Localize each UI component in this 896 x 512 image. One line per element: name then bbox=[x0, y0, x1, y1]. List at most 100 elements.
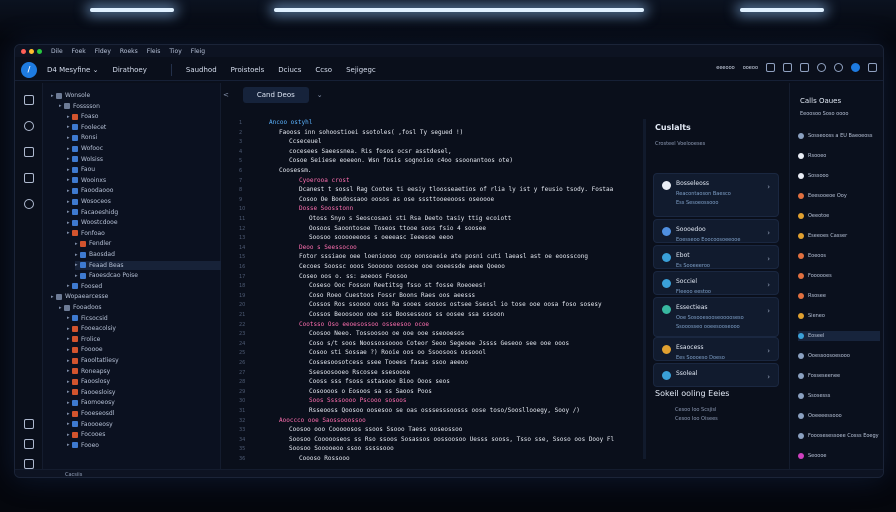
activity-row[interactable]: Fooosesessoee Cosss Eoegy bbox=[798, 431, 879, 441]
chevron-down-icon[interactable]: ⌄ bbox=[317, 91, 323, 99]
chevron-right-icon[interactable]: › bbox=[767, 281, 770, 289]
tree-item[interactable]: ▸ Fooeo bbox=[67, 441, 221, 450]
activity-row[interactable]: Seoooe bbox=[798, 451, 827, 461]
tree-item[interactable]: ▸ Foosed bbox=[67, 282, 221, 291]
chevron-right-icon[interactable]: › bbox=[767, 183, 770, 191]
section-item[interactable]: Cesoo Ioo Scsjisl bbox=[675, 407, 716, 413]
tree-item[interactable]: ▸ Faooslosy bbox=[67, 377, 221, 386]
maximize-window-dot[interactable] bbox=[37, 48, 42, 54]
activity-row[interactable]: Rsosee bbox=[798, 291, 826, 301]
tree-item[interactable]: ▸ Wopaearcesse bbox=[51, 292, 221, 301]
workspace-selector[interactable]: D4 Mesyfine ⌄ bbox=[47, 66, 98, 74]
chevron-right-icon[interactable]: › bbox=[767, 347, 770, 355]
menu-item[interactable]: Fleig bbox=[191, 48, 205, 55]
result-card[interactable]: Socciel Fleeoo eestoo › bbox=[653, 271, 779, 295]
tree-item[interactable]: ▸ Wooinxs bbox=[67, 176, 221, 185]
chevron-right-icon[interactable]: › bbox=[767, 373, 770, 381]
tree-item[interactable]: ▸ Focooes bbox=[67, 430, 221, 439]
accounts-icon[interactable] bbox=[24, 439, 34, 449]
tree-item[interactable]: ▸ Wonsole bbox=[51, 91, 221, 100]
toolbar-item[interactable]: Dciucs bbox=[278, 66, 301, 74]
tree-item[interactable]: ▸ Wosoceos bbox=[67, 197, 221, 206]
chevron-right-icon[interactable]: › bbox=[767, 229, 770, 237]
refresh-icon[interactable] bbox=[834, 63, 843, 72]
code-editor[interactable]: Ancoo ostyhl Faooss inn sohoostioei ssoto… bbox=[263, 113, 643, 469]
menu-item[interactable]: Tioy bbox=[169, 48, 181, 55]
result-card[interactable]: Soooedoo Eoesseoo Eoocoosoeeooe › bbox=[653, 219, 779, 243]
close-window-dot[interactable] bbox=[21, 48, 26, 54]
toolbar-item[interactable]: Saudhod bbox=[186, 66, 217, 74]
activity-row[interactable]: Ooeeeessooo bbox=[798, 411, 842, 421]
tree-item[interactable]: ▸ Faoooeosy bbox=[67, 420, 221, 429]
chevron-right-icon[interactable]: › bbox=[767, 307, 770, 315]
tree-item[interactable]: ▸ Roneapsy bbox=[67, 367, 221, 376]
back-icon[interactable]: < bbox=[223, 91, 229, 99]
tree-item[interactable]: ▸ Foaso bbox=[67, 112, 221, 121]
menu-item[interactable]: Dile bbox=[51, 48, 63, 55]
tree-item[interactable]: ▸ Faomoeosy bbox=[67, 398, 221, 407]
record-icon[interactable] bbox=[817, 63, 826, 72]
result-card[interactable]: Ssoleal › bbox=[653, 363, 779, 387]
activity-row[interactable]: Foooooes bbox=[798, 271, 832, 281]
debug-icon[interactable] bbox=[24, 173, 34, 183]
tree-item[interactable]: ▸ Faooltatliesy bbox=[67, 356, 221, 365]
tab-active-file[interactable]: Cand Deos bbox=[242, 87, 309, 103]
result-card[interactable]: Esaocess Ees Soooeso Doeso › bbox=[653, 337, 779, 361]
branch-selector[interactable]: Dirathoey bbox=[112, 66, 146, 74]
notification-icon[interactable] bbox=[851, 63, 860, 72]
activity-row[interactable]: Eoseel bbox=[798, 331, 880, 341]
menu-item[interactable]: Fleis bbox=[147, 48, 161, 55]
tree-item[interactable]: ▸ Facaoeshidg bbox=[67, 208, 221, 217]
menu-item[interactable]: Roeks bbox=[120, 48, 138, 55]
tree-item[interactable]: ▸ Feaad Beas bbox=[75, 260, 221, 270]
tree-item[interactable]: ▸ Fooadoos bbox=[59, 303, 221, 312]
toolbar-item[interactable]: Sejigegc bbox=[346, 66, 376, 74]
tree-item[interactable]: ▸ Faooesloisy bbox=[67, 388, 221, 397]
activity-row[interactable]: Eoeoos bbox=[798, 251, 826, 261]
result-card[interactable]: Ebot Es Sooeeeroo › bbox=[653, 245, 779, 269]
tree-item[interactable]: ▸ Faou bbox=[67, 165, 221, 174]
source-control-icon[interactable] bbox=[24, 147, 34, 157]
account-icon[interactable] bbox=[24, 419, 34, 429]
files-icon[interactable] bbox=[24, 95, 34, 105]
activity-row[interactable]: Sossooo bbox=[798, 171, 829, 181]
extensions-icon[interactable] bbox=[24, 199, 34, 209]
tree-item[interactable]: ▸ Woostcdooe bbox=[67, 218, 221, 227]
activity-row[interactable]: Ssosesss bbox=[798, 391, 830, 401]
tree-item[interactable]: ▸ Foolecet bbox=[67, 123, 221, 132]
tree-item[interactable]: ▸ Wofooc bbox=[67, 144, 221, 153]
tree-item[interactable]: ▸ Faoesdcao Poise bbox=[75, 271, 221, 280]
tree-item[interactable]: ▸ Fooeseosdl bbox=[67, 409, 221, 418]
layout-icon[interactable] bbox=[783, 63, 792, 72]
editor-scrollbar[interactable] bbox=[643, 119, 646, 459]
activity-row[interactable]: Ooessoosoesooo bbox=[798, 351, 850, 361]
settings-icon[interactable] bbox=[24, 459, 34, 469]
toolbar-item[interactable]: Proistoels bbox=[231, 66, 265, 74]
minimize-window-dot[interactable] bbox=[29, 48, 34, 54]
activity-row[interactable]: Eeesooeoe Ooy bbox=[798, 191, 847, 201]
tree-item[interactable]: ▸ Fendler bbox=[75, 239, 221, 248]
copy-icon[interactable] bbox=[766, 63, 775, 72]
activity-row[interactable]: Sieneo bbox=[798, 311, 825, 321]
activity-row[interactable]: Eseeoes Casser bbox=[798, 231, 847, 241]
tree-item[interactable]: ▸ Fosssson bbox=[59, 102, 221, 111]
result-card[interactable]: Bosseleoss Reacontaoson Baesco Ess Sesoeos… bbox=[653, 173, 779, 217]
more-icon[interactable] bbox=[868, 63, 877, 72]
toolbar-right-item[interactable]: eeeooo bbox=[716, 65, 734, 71]
chevron-right-icon[interactable]: › bbox=[767, 255, 770, 263]
activity-row[interactable]: Sosseooss a EU Baeoeoss bbox=[798, 131, 872, 141]
tree-item[interactable]: ▸ Wolsiss bbox=[67, 155, 221, 164]
activity-row[interactable]: Rsooeo bbox=[798, 151, 826, 161]
tree-item[interactable]: ▸ Baosdad bbox=[75, 250, 221, 259]
result-card[interactable]: Essectieas Ooe Sosooesooseooooseso Ssoooss… bbox=[653, 297, 779, 337]
account-icon[interactable]: / bbox=[21, 61, 37, 78]
tree-item[interactable]: ▸ Ronsi bbox=[67, 133, 221, 142]
search-icon[interactable] bbox=[24, 121, 34, 131]
tree-item[interactable]: ▸ Ficsocsid bbox=[67, 314, 221, 323]
tree-item[interactable]: ▸ Fooooe bbox=[67, 345, 221, 354]
tree-item[interactable]: ▸ Fooeacolsiy bbox=[67, 324, 221, 333]
activity-row[interactable]: Fosseseenee bbox=[798, 371, 840, 381]
toolbar-right-item[interactable]: ooeoo bbox=[743, 65, 758, 71]
tree-item[interactable]: ▸ Faoodaooo bbox=[67, 186, 221, 195]
toolbar-item[interactable]: Ccso bbox=[315, 66, 332, 74]
